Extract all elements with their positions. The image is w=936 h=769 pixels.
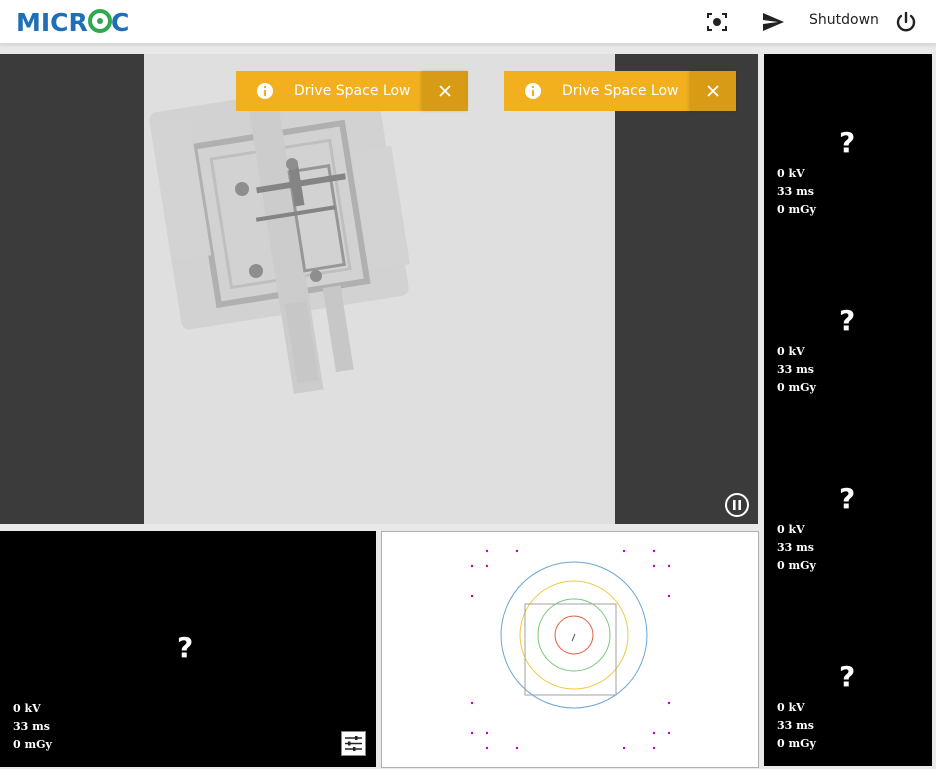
- drive-space-toast: Drive Space Low: [236, 71, 468, 111]
- dose-value: 0 mGy: [777, 737, 816, 750]
- positioning-graphic: [470, 549, 671, 750]
- pause-icon[interactable]: [724, 492, 750, 518]
- power-icon: [896, 11, 916, 32]
- placeholder-mark: ?: [839, 304, 856, 337]
- microc-logo: MICR C: [16, 8, 129, 36]
- placeholder-mark: ?: [839, 126, 856, 159]
- camera-focus-icon: [707, 13, 727, 31]
- positioning-diagram[interactable]: [381, 531, 759, 768]
- dose-value: 0 mGy: [777, 381, 816, 394]
- ms-value: 33 ms: [777, 185, 814, 198]
- ms-value: 33 ms: [777, 363, 814, 376]
- adjust-settings-button[interactable]: [341, 731, 366, 756]
- kv-value: 0 kV: [777, 345, 805, 358]
- ms-value: 33 ms: [777, 719, 814, 732]
- close-icon: [707, 85, 719, 97]
- close-icon: [439, 85, 451, 97]
- camera-focus-button[interactable]: [703, 8, 731, 36]
- info-icon: [525, 83, 541, 99]
- thumbnail-panel[interactable]: ? 0 kV 33 ms 0 mGy: [764, 232, 932, 410]
- shutdown-button[interactable]: [892, 8, 920, 36]
- shutdown-label[interactable]: Shutdown: [809, 12, 879, 28]
- sliders-icon: [345, 736, 362, 751]
- dose-value: 0 mGy: [777, 559, 816, 572]
- svg-text:MICR: MICR: [16, 8, 88, 36]
- exposure-stats: 0 kV 33 ms 0 mGy: [13, 700, 52, 754]
- exposure-stats: 0 kV 33 ms 0 mGy: [777, 165, 816, 219]
- kv-value: 0 kV: [777, 523, 805, 536]
- toast-close-button[interactable]: [690, 71, 736, 111]
- thumbnail-panel[interactable]: ? 0 kV 33 ms 0 mGy: [764, 410, 932, 588]
- placeholder-mark: ?: [177, 631, 194, 664]
- kv-value: 0 kV: [777, 167, 805, 180]
- svg-text:C: C: [111, 8, 129, 36]
- placeholder-mark: ?: [839, 660, 856, 693]
- toast-message: Drive Space Low: [562, 83, 679, 99]
- kv-value: 0 kV: [13, 702, 41, 715]
- toast-close-button[interactable]: [422, 71, 468, 111]
- thumbnail-panel[interactable]: ? 0 kV 33 ms 0 mGy: [764, 588, 932, 766]
- xray-image: [144, 54, 615, 524]
- thumbnail-panel[interactable]: ? 0 kV 33 ms 0 mGy: [764, 54, 932, 232]
- dose-value: 0 mGy: [777, 203, 816, 216]
- info-icon: [257, 83, 273, 99]
- app-header: MICR C Shutdown: [0, 0, 936, 44]
- exposure-stats: 0 kV 33 ms 0 mGy: [777, 521, 816, 575]
- send-icon: [763, 13, 784, 31]
- secondary-view[interactable]: ? 0 kV 33 ms 0 mGy: [0, 531, 376, 767]
- drive-space-toast: Drive Space Low: [504, 71, 736, 111]
- exposure-stats: 0 kV 33 ms 0 mGy: [777, 699, 816, 753]
- ms-value: 33 ms: [777, 541, 814, 554]
- placeholder-mark: ?: [839, 482, 856, 515]
- exposure-stats: 0 kV 33 ms 0 mGy: [777, 343, 816, 397]
- kv-value: 0 kV: [777, 701, 805, 714]
- ms-value: 33 ms: [13, 720, 50, 733]
- dose-value: 0 mGy: [13, 738, 52, 751]
- toast-message: Drive Space Low: [294, 83, 411, 99]
- send-button[interactable]: [759, 8, 787, 36]
- main-xray-view[interactable]: Drive Space Low Drive Space Low: [0, 54, 758, 524]
